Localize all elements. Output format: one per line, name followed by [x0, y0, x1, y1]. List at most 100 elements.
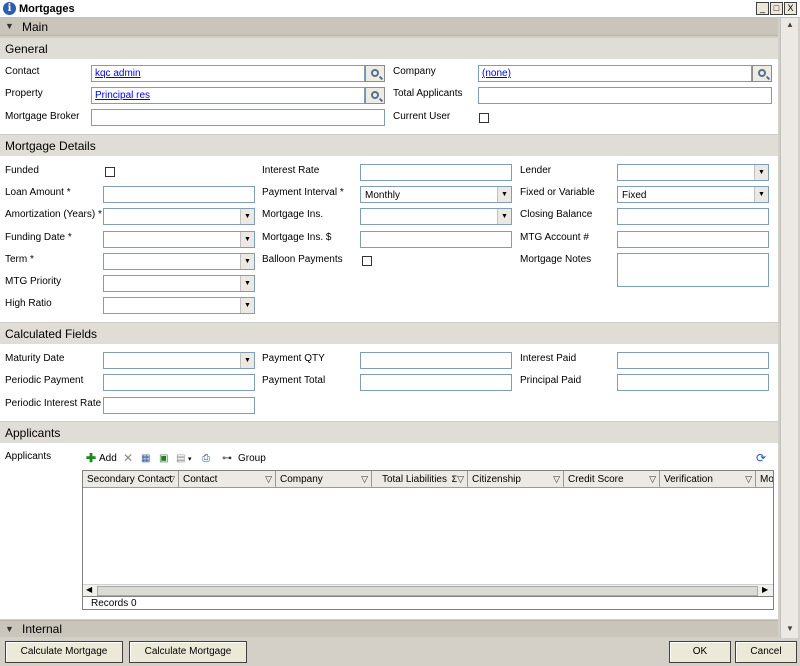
calculated-fields-header-text: Calculated Fields	[5, 327, 98, 341]
dropdown-arrow-icon: ▼	[240, 254, 254, 269]
contact-field[interactable]: kqc admin	[91, 65, 365, 82]
add-plus-icon: ✚	[86, 451, 97, 465]
cancel-button[interactable]: Cancel	[735, 641, 797, 663]
filter-icon[interactable]: ▽	[745, 474, 752, 485]
minimize-button[interactable]: _	[756, 2, 769, 15]
col-credit-score[interactable]: Credit Score ▽	[564, 471, 660, 488]
contact-lookup-button[interactable]	[365, 65, 385, 82]
mtg-priority-select[interactable]: ▼	[103, 275, 255, 292]
periodic-interest-rate-label: Periodic Interest Rate	[5, 398, 102, 409]
interest-paid-field[interactable]	[617, 352, 769, 369]
mortgage-ins-select[interactable]: ▼	[360, 208, 512, 225]
dropdown-arrow-icon: ▼	[754, 187, 768, 202]
company-field[interactable]: (none)	[478, 65, 752, 82]
filter-icon[interactable]: ▽	[361, 474, 368, 485]
property-lookup-button[interactable]	[365, 87, 385, 104]
col-company[interactable]: Company ▽	[276, 471, 372, 488]
footer: Calculate Mortgage (CAN) Calculate Mortg…	[0, 638, 800, 666]
company-lookup-button[interactable]	[752, 65, 772, 82]
col-text: Total Liabilities	[381, 474, 447, 485]
applicants-header-text: Applicants	[5, 426, 61, 440]
col-contact[interactable]: Contact ▽	[179, 471, 276, 488]
balloon-payments-checkbox[interactable]	[360, 253, 388, 270]
periodic-interest-rate-field[interactable]	[103, 397, 255, 414]
mtg-account-field[interactable]	[617, 231, 769, 248]
principal-paid-label: Principal Paid	[520, 375, 582, 386]
scroll-up-arrow-icon[interactable]: ▲	[784, 20, 796, 32]
col-secondary-contact[interactable]: Secondary Contact ▽	[83, 471, 179, 488]
calculate-can-button[interactable]: Calculate Mortgage (CAN)	[5, 641, 123, 663]
fixed-or-variable-value: Fixed	[622, 190, 647, 201]
current-user-checkbox[interactable]	[477, 110, 505, 127]
ok-button[interactable]: OK	[669, 641, 731, 663]
restore-button[interactable]: □	[770, 2, 783, 15]
checkbox-box	[105, 167, 115, 177]
checkbox-box	[362, 256, 372, 266]
scroll-left-arrow-icon[interactable]: ◀	[86, 585, 92, 594]
funded-checkbox[interactable]	[103, 164, 131, 181]
funding-date-label: Funding Date *	[5, 232, 72, 243]
high-ratio-select[interactable]: ▼	[103, 297, 255, 314]
periodic-payment-field[interactable]	[103, 374, 255, 391]
col-text: Credit Score	[568, 474, 624, 485]
closing-balance-field[interactable]	[617, 208, 769, 225]
filter-icon[interactable]: ▽	[649, 474, 656, 485]
col-verification[interactable]: Verification ▽	[660, 471, 756, 488]
grid-view-icon[interactable]: ▦	[141, 453, 150, 464]
col-text: Verification	[664, 474, 713, 485]
interest-rate-field[interactable]	[360, 164, 512, 181]
lender-select[interactable]: ▼	[617, 164, 769, 181]
maturity-date-picker[interactable]: ▼	[103, 352, 255, 369]
col-text: Mortg	[760, 474, 774, 485]
copy-icon[interactable]: ▤	[176, 453, 185, 464]
filter-icon[interactable]: ▽	[168, 474, 175, 485]
export-icon[interactable]: ▣	[159, 453, 168, 464]
term-select[interactable]: ▼	[103, 253, 255, 270]
fixed-or-variable-select[interactable]: Fixed ▼	[617, 186, 769, 203]
refresh-icon[interactable]: ⟳	[756, 451, 766, 465]
filter-icon[interactable]: ▽	[457, 474, 464, 485]
col-mortgage[interactable]: Mortg	[756, 471, 774, 488]
loan-amount-field[interactable]	[103, 186, 255, 203]
scroll-right-arrow-icon[interactable]: ▶	[762, 585, 768, 594]
applicants-section-header: Applicants	[0, 421, 778, 443]
col-citizenship[interactable]: Citizenship ▽	[468, 471, 564, 488]
col-total-liabilities[interactable]: Total Liabilities Σ ▽	[372, 471, 468, 488]
print-icon[interactable]: ⎙	[202, 453, 210, 464]
fixed-or-variable-label: Fixed or Variable	[520, 187, 595, 198]
scroll-thumb[interactable]	[97, 586, 758, 596]
payment-total-field[interactable]	[360, 374, 512, 391]
add-button[interactable]: Add	[99, 453, 117, 464]
applicants-grid[interactable]: Secondary Contact ▽ Contact ▽ Company ▽ Tot…	[82, 470, 774, 597]
group-button[interactable]: Group	[238, 453, 266, 464]
funding-date-picker[interactable]: ▼	[103, 231, 255, 248]
col-text: Contact	[183, 474, 218, 485]
filter-icon[interactable]: ▽	[265, 474, 272, 485]
payment-interval-select[interactable]: Monthly ▼	[360, 186, 512, 203]
filter-icon[interactable]: ▽	[553, 474, 560, 485]
total-applicants-field[interactable]	[478, 87, 772, 104]
amortization-label: Amortization (Years) *	[5, 209, 102, 220]
copy-dropdown-icon[interactable]: ▾	[188, 455, 192, 463]
mortgage-ins-label: Mortgage Ins.	[262, 209, 324, 220]
mortgage-details-section-header: Mortgage Details	[0, 134, 778, 156]
vertical-scrollbar[interactable]: ▲ ▼	[780, 18, 798, 638]
payment-qty-field[interactable]	[360, 352, 512, 369]
property-field[interactable]: Principal res	[91, 87, 365, 104]
mortgage-notes-label: Mortgage Notes	[520, 254, 592, 265]
principal-paid-field[interactable]	[617, 374, 769, 391]
general-header-text: General	[5, 42, 48, 56]
mortgage-notes-textarea[interactable]	[617, 253, 769, 287]
main-section-toggle[interactable]: ▼ Main	[0, 18, 778, 36]
scroll-down-arrow-icon[interactable]: ▼	[784, 624, 796, 636]
mortgage-broker-field[interactable]	[91, 109, 385, 126]
close-button[interactable]: X	[784, 2, 797, 15]
delete-x-icon[interactable]: ✕	[123, 451, 133, 465]
internal-section-toggle[interactable]: ▼ Internal	[0, 620, 778, 637]
calculate-usa-button[interactable]: Calculate Mortgage (USA)	[129, 641, 247, 663]
records-count: Records 0	[82, 597, 774, 610]
amortization-select[interactable]: ▼	[103, 208, 255, 225]
mortgage-ins-amount-field[interactable]	[360, 231, 512, 248]
grid-horizontal-scrollbar[interactable]: ◀ ▶	[83, 584, 773, 596]
term-label: Term *	[5, 254, 34, 265]
